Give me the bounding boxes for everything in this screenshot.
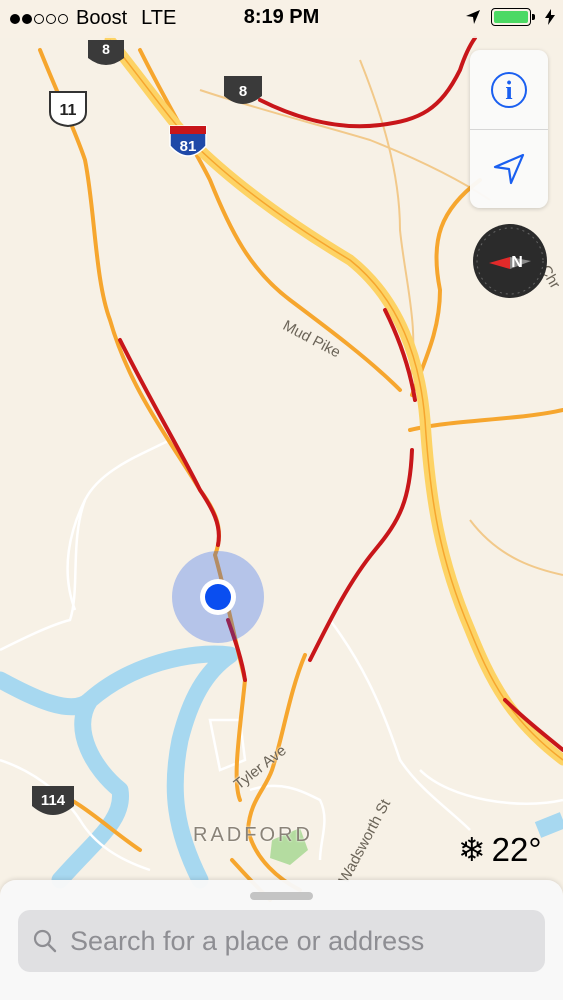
- weather-widget: ❄ 22°: [458, 830, 542, 869]
- svg-text:11: 11: [60, 102, 77, 119]
- map-controls: i: [470, 50, 548, 208]
- temperature: 22°: [491, 830, 542, 868]
- search-field[interactable]: Search for a place or address: [18, 910, 545, 972]
- info-button[interactable]: i: [470, 50, 548, 129]
- charging-bolt-icon: [545, 9, 555, 25]
- city-label-radford: RADFORD: [193, 824, 313, 846]
- bottom-sheet[interactable]: Search for a place or address: [0, 880, 563, 1000]
- status-bar: Boost LTE 8:19 PM: [0, 0, 563, 38]
- compass-button[interactable]: N: [471, 222, 549, 300]
- svg-text:8: 8: [239, 83, 247, 100]
- route-shield-8-east: 8: [224, 76, 262, 104]
- info-icon: i: [489, 70, 529, 110]
- route-shield-i-81: 81: [169, 125, 207, 157]
- compass-icon: N: [473, 224, 547, 298]
- snowflake-icon: ❄: [458, 831, 486, 868]
- route-shield-us-11: 11: [49, 91, 87, 128]
- svg-text:81: 81: [180, 138, 197, 155]
- svg-text:8: 8: [102, 41, 110, 57]
- search-placeholder: Search for a place or address: [70, 925, 425, 956]
- svg-text:i: i: [505, 76, 512, 105]
- svg-text:N: N: [511, 254, 523, 271]
- user-location[interactable]: [172, 551, 264, 643]
- search-icon: [32, 928, 58, 954]
- current-location-button[interactable]: [470, 129, 548, 208]
- route-shield-8-north: 8: [88, 40, 124, 65]
- location-arrow-icon: [491, 151, 527, 187]
- battery-icon: [491, 8, 535, 26]
- sheet-grabber[interactable]: [250, 892, 313, 900]
- location-services-icon: [465, 9, 481, 25]
- svg-text:114: 114: [41, 792, 66, 809]
